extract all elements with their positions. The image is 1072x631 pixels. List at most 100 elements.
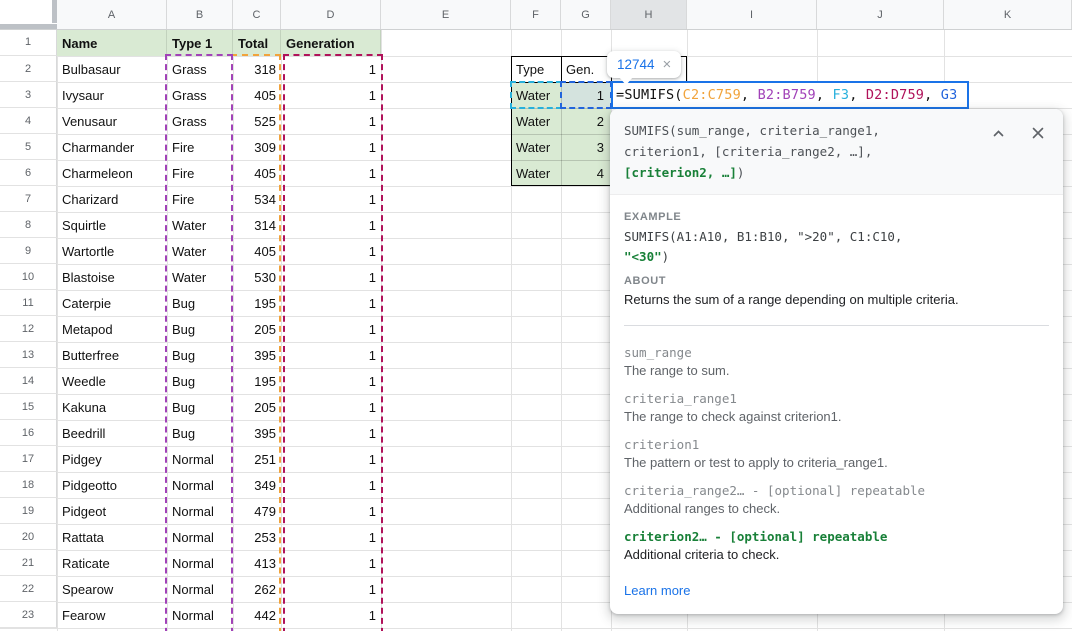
column-header-h[interactable]: H — [611, 0, 687, 29]
column-header-d[interactable]: D — [281, 0, 381, 29]
table-cell[interactable]: Normal — [167, 498, 233, 524]
table-cell[interactable]: 1 — [281, 82, 381, 108]
table-cell[interactable]: 1 — [281, 342, 381, 368]
table-cell[interactable]: 349 — [233, 472, 281, 498]
row-header-18[interactable]: 18 — [0, 472, 57, 498]
table-cell[interactable]: 309 — [233, 134, 281, 160]
row-header-13[interactable]: 13 — [0, 342, 57, 368]
table-cell[interactable]: Bug — [167, 394, 233, 420]
table-cell[interactable]: 413 — [233, 550, 281, 576]
table-cell[interactable]: Beedrill — [57, 420, 167, 446]
table-cell[interactable]: Bug — [167, 368, 233, 394]
helper-gen-cell[interactable]: 2 — [561, 108, 611, 134]
helper-type-cell[interactable]: Water — [511, 108, 561, 134]
column-header-k[interactable]: K — [944, 0, 1072, 29]
row-header-19[interactable]: 19 — [0, 498, 57, 524]
table-cell[interactable]: 1 — [281, 602, 381, 628]
table-cell[interactable]: Water — [167, 238, 233, 264]
table-cell[interactable]: Normal — [167, 576, 233, 602]
table-cell[interactable]: Normal — [167, 472, 233, 498]
table-cell[interactable]: 1 — [281, 472, 381, 498]
table-cell[interactable]: 534 — [233, 186, 281, 212]
table-cell[interactable]: 318 — [233, 56, 281, 82]
column-header-e[interactable]: E — [381, 0, 511, 29]
table-cell[interactable]: Fire — [167, 134, 233, 160]
table-cell[interactable]: 1 — [281, 368, 381, 394]
table-cell[interactable]: Charizard — [57, 186, 167, 212]
formula-input[interactable]: =SUMIFS(C2:C759, B2:B759, F3, D2:D759, G… — [611, 81, 969, 109]
row-header-16[interactable]: 16 — [0, 420, 57, 446]
column-header-g[interactable]: G — [561, 0, 611, 29]
table-cell[interactable]: Blastoise — [57, 264, 167, 290]
table-cell[interactable]: Fire — [167, 160, 233, 186]
helper-gen-cell[interactable]: 1 — [561, 82, 611, 108]
column-header-c[interactable]: C — [233, 0, 281, 29]
table-cell[interactable]: 262 — [233, 576, 281, 602]
table-cell[interactable]: 1 — [281, 550, 381, 576]
table-cell[interactable]: Metapod — [57, 316, 167, 342]
table-cell[interactable]: 1 — [281, 394, 381, 420]
row-header-2[interactable]: 2 — [0, 56, 57, 82]
table-cell[interactable]: Squirtle — [57, 212, 167, 238]
table-cell[interactable]: Bug — [167, 316, 233, 342]
table-cell[interactable]: Bulbasaur — [57, 56, 167, 82]
table-cell[interactable]: 442 — [233, 602, 281, 628]
table-cell[interactable]: 253 — [233, 524, 281, 550]
table-cell[interactable]: 1 — [281, 446, 381, 472]
table-cell[interactable]: Raticate — [57, 550, 167, 576]
column-header-f[interactable]: F — [511, 0, 561, 29]
table-cell[interactable]: 1 — [281, 420, 381, 446]
table-cell[interactable]: Pidgeotto — [57, 472, 167, 498]
table-cell[interactable]: Butterfree — [57, 342, 167, 368]
table-cell[interactable]: Water — [167, 264, 233, 290]
close-button[interactable] — [1029, 124, 1047, 142]
row-header-4[interactable]: 4 — [0, 108, 57, 134]
table-cell[interactable]: 405 — [233, 82, 281, 108]
helper-type-cell[interactable]: Water — [511, 82, 561, 108]
table-cell[interactable]: 405 — [233, 160, 281, 186]
table-cell[interactable]: Grass — [167, 108, 233, 134]
table-cell[interactable]: Pidgey — [57, 446, 167, 472]
table-cell[interactable]: Normal — [167, 524, 233, 550]
row-header-15[interactable]: 15 — [0, 394, 57, 420]
select-all-corner[interactable] — [0, 0, 57, 29]
column-header-i[interactable]: I — [687, 0, 817, 29]
table-cell[interactable]: Weedle — [57, 368, 167, 394]
column-header-j[interactable]: J — [817, 0, 944, 29]
learn-more-link[interactable]: Learn more — [624, 583, 690, 598]
table-cell[interactable]: 1 — [281, 238, 381, 264]
table-cell[interactable]: Bug — [167, 290, 233, 316]
table-cell[interactable]: 1 — [281, 498, 381, 524]
table-cell[interactable]: 1 — [281, 160, 381, 186]
table-cell[interactable]: Grass — [167, 82, 233, 108]
table-cell[interactable]: Venusaur — [57, 108, 167, 134]
table-cell[interactable]: 251 — [233, 446, 281, 472]
table-cell[interactable]: 1 — [281, 290, 381, 316]
table-cell[interactable]: 530 — [233, 264, 281, 290]
table-cell[interactable]: 1 — [281, 576, 381, 602]
table-cell[interactable]: Normal — [167, 446, 233, 472]
table-cell[interactable]: 1 — [281, 108, 381, 134]
table-cell[interactable]: 1 — [281, 316, 381, 342]
row-header-8[interactable]: 8 — [0, 212, 57, 238]
table-cell[interactable]: Water — [167, 212, 233, 238]
table-cell[interactable]: 1 — [281, 186, 381, 212]
table-cell[interactable]: 195 — [233, 290, 281, 316]
table-cell[interactable]: 1 — [281, 56, 381, 82]
table-cell[interactable]: Wartortle — [57, 238, 167, 264]
table-cell[interactable]: Bug — [167, 420, 233, 446]
row-header-6[interactable]: 6 — [0, 160, 57, 186]
table-cell[interactable]: 1 — [281, 264, 381, 290]
row-header-1[interactable]: 1 — [0, 29, 57, 56]
row-header-12[interactable]: 12 — [0, 316, 57, 342]
main-header-cell[interactable]: Name — [57, 30, 167, 56]
table-cell[interactable]: Pidgeot — [57, 498, 167, 524]
table-cell[interactable]: 314 — [233, 212, 281, 238]
table-cell[interactable]: Charmander — [57, 134, 167, 160]
row-header-5[interactable]: 5 — [0, 134, 57, 160]
helper-header-cell[interactable]: Type — [511, 56, 561, 82]
row-header-17[interactable]: 17 — [0, 446, 57, 472]
main-header-cell[interactable]: Generation — [281, 30, 381, 56]
table-cell[interactable]: Ivysaur — [57, 82, 167, 108]
table-cell[interactable]: 205 — [233, 394, 281, 420]
